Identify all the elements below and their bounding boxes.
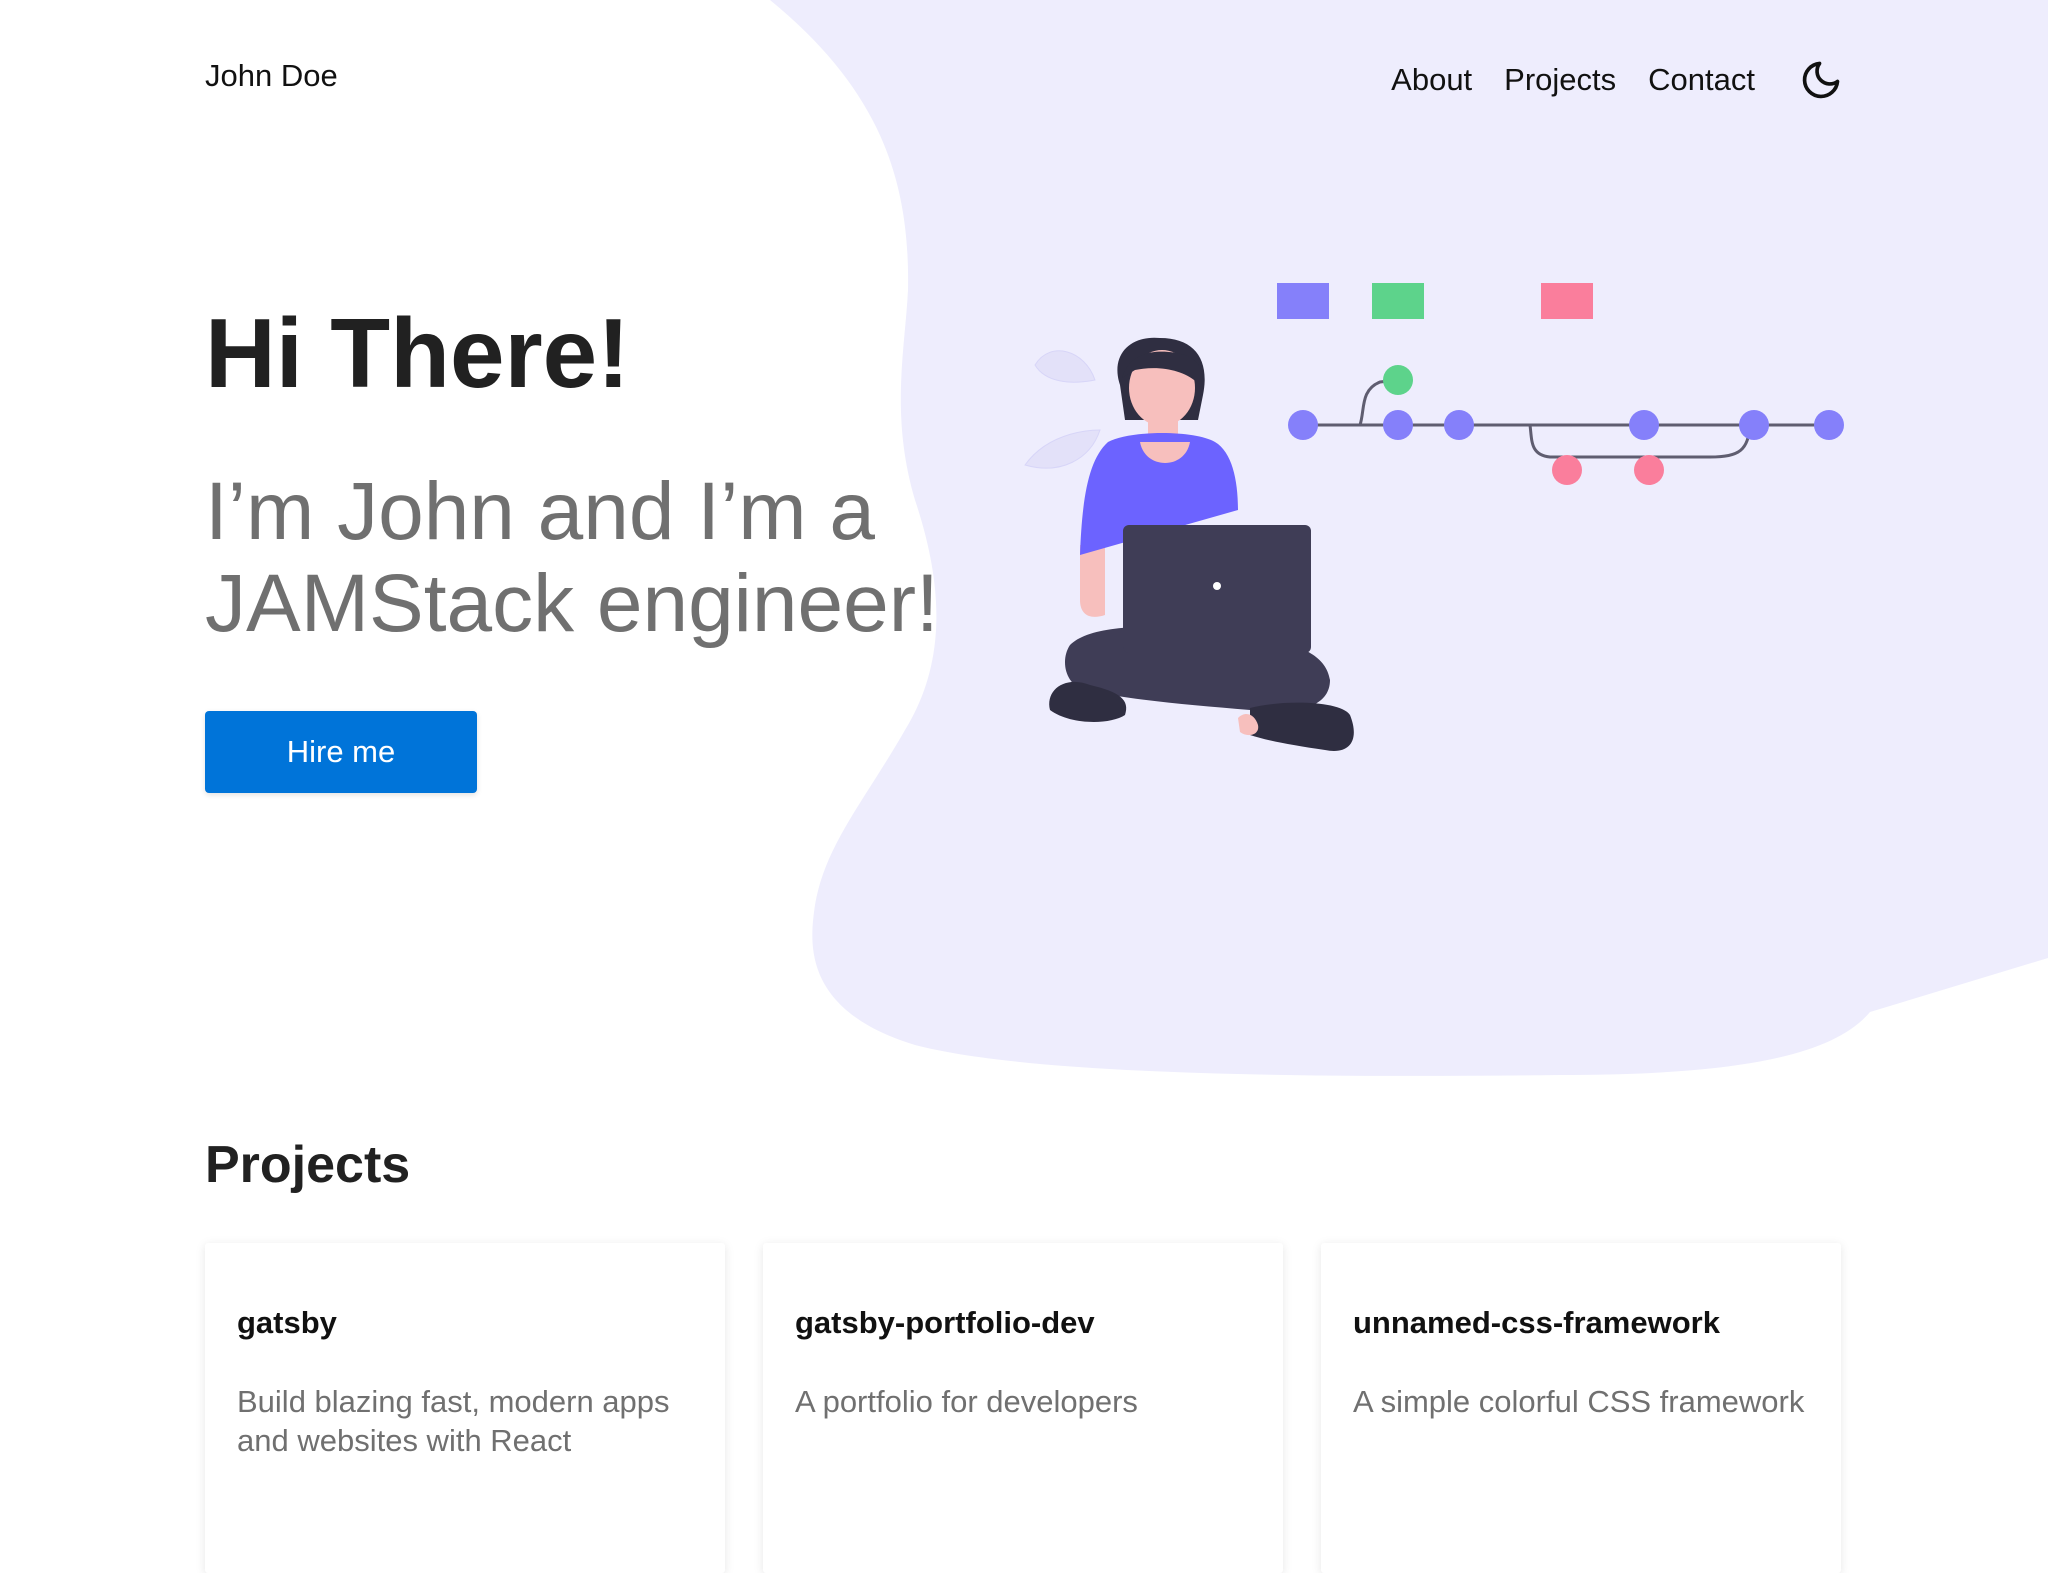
site-header: John Doe About Projects Contact: [205, 52, 1845, 108]
person-figure: [1049, 337, 1354, 751]
pink-branch-flag: [1541, 283, 1593, 319]
project-card[interactable]: unnamed-css-framework A simple colorful …: [1321, 1243, 1841, 1573]
project-card[interactable]: gatsby-portfolio-dev A portfolio for dev…: [763, 1243, 1283, 1573]
hire-me-button[interactable]: Hire me: [205, 711, 477, 794]
project-name: gatsby-portfolio-dev: [795, 1305, 1095, 1340]
project-description: Build blazing fast, modern apps and webs…: [237, 1384, 670, 1458]
project-cards: gatsby Build blazing fast, modern apps a…: [205, 1243, 1845, 1573]
project-name: gatsby: [237, 1305, 337, 1340]
projects-section-title: Projects: [205, 1136, 411, 1194]
hero-subtitle-line-2: JAMStack engineer!: [205, 557, 939, 649]
hero-subtitle: I’m John and I’m a JAMStack engineer!: [205, 466, 1005, 650]
purple-branch-flag: [1277, 283, 1329, 319]
brand-link[interactable]: John Doe: [205, 58, 338, 94]
moon-icon: [1802, 61, 1840, 99]
nav-about[interactable]: About: [1391, 62, 1472, 98]
theme-toggle-button[interactable]: [1797, 56, 1845, 104]
hero-subtitle-line-1: I’m John and I’m a: [205, 465, 875, 557]
main-nav: About Projects Contact: [1359, 52, 1845, 108]
nav-contact[interactable]: Contact: [1648, 62, 1755, 98]
leaf-icon: [1024, 350, 1101, 469]
green-branch-flag: [1372, 283, 1424, 319]
hero-title: Hi There!: [205, 298, 630, 408]
project-description: A simple colorful CSS framework: [1353, 1384, 1805, 1419]
project-name: unnamed-css-framework: [1353, 1305, 1720, 1340]
project-card[interactable]: gatsby Build blazing fast, modern apps a…: [205, 1243, 725, 1573]
nav-projects[interactable]: Projects: [1504, 62, 1616, 98]
project-description: A portfolio for developers: [795, 1384, 1138, 1419]
developer-illustration: [1024, 283, 1844, 751]
hero-section: Hi There! I’m John and I’m a JAMStack en…: [205, 298, 1005, 794]
